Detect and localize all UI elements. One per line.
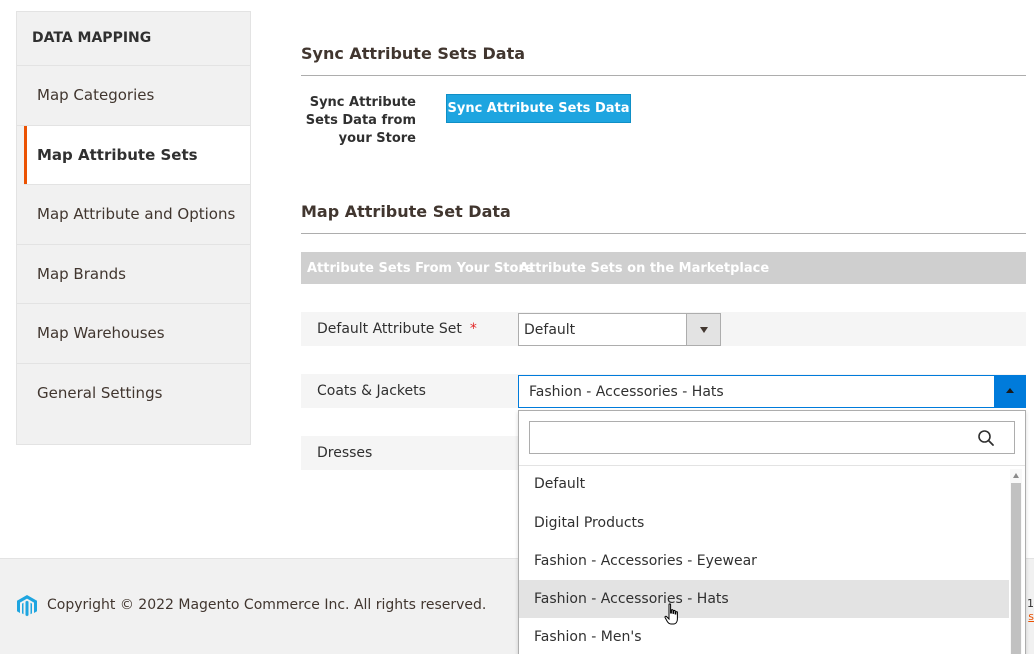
dropdown-scrollbar[interactable]	[1010, 469, 1022, 654]
sidebar-nav: DATA MAPPING Map Categories Map Attribut…	[16, 11, 251, 445]
chevron-down-icon[interactable]	[686, 314, 720, 345]
sync-section-title: Sync Attribute Sets Data	[301, 44, 526, 63]
sidebar-item-map-warehouses[interactable]: Map Warehouses	[17, 304, 250, 364]
dropdown-option-hovered[interactable]: Fashion - Accessories - Hats	[519, 580, 1009, 618]
sidebar-item-map-attribute-sets[interactable]: Map Attribute Sets	[24, 125, 250, 185]
dropdown-option[interactable]: Default	[519, 465, 1009, 503]
footer-copyright: Copyright © 2022 Magento Commerce Inc. A…	[47, 597, 487, 613]
column-header-store: Attribute Sets From Your Store	[307, 261, 534, 276]
select-value: Default	[524, 322, 576, 338]
sidebar-item-general-settings[interactable]: General Settings	[17, 364, 250, 424]
sync-attribute-sets-button[interactable]: Sync Attribute Sets Data	[446, 94, 631, 123]
attribute-set-select-open[interactable]: Fashion - Accessories - Hats	[518, 375, 1026, 408]
mapping-table-header: Attribute Sets From Your Store Attribute…	[301, 252, 1026, 284]
chevron-up-icon[interactable]	[994, 375, 1026, 408]
section-divider	[301, 75, 1026, 76]
scrollbar-thumb[interactable]	[1011, 483, 1021, 654]
dropdown-search-input[interactable]	[529, 421, 1015, 454]
sidebar-item-map-attribute-and-options[interactable]: Map Attribute and Options	[17, 185, 250, 245]
row-label-text: Default Attribute Set	[317, 321, 462, 337]
scroll-up-icon[interactable]	[1013, 473, 1019, 478]
column-header-marketplace: Attribute Sets on the Marketplace	[519, 261, 770, 276]
dropdown-option[interactable]: Fashion - Men's	[519, 618, 1009, 654]
select-dropdown-panel: Default Digital Products Fashion - Acces…	[518, 410, 1026, 654]
attribute-set-select[interactable]: Default	[518, 313, 721, 346]
search-icon	[978, 430, 994, 446]
dropdown-option[interactable]: Digital Products	[519, 504, 1009, 542]
row-label: Dresses	[317, 445, 373, 461]
sync-field-label: Sync Attribute Sets Data from your Store	[305, 95, 416, 146]
footer-link[interactable]: s	[1028, 610, 1034, 623]
select-value: Fashion - Accessories - Hats	[529, 384, 724, 400]
sidebar-item-map-categories[interactable]: Map Categories	[17, 66, 250, 126]
map-section-title: Map Attribute Set Data	[301, 202, 511, 221]
hand-pointer-icon	[664, 603, 678, 625]
dropdown-option[interactable]: Fashion - Accessories - Eyewear	[519, 542, 1009, 580]
section-divider	[301, 233, 1026, 234]
row-label: Coats & Jackets	[317, 383, 426, 399]
sidebar-item-map-brands[interactable]: Map Brands	[17, 245, 250, 304]
sidebar-title: DATA MAPPING	[17, 12, 250, 66]
magento-logo-icon	[17, 595, 37, 617]
row-label: Default Attribute Set *	[317, 321, 477, 337]
page: DATA MAPPING Map Categories Map Attribut…	[0, 0, 1034, 654]
required-asterisk: *	[469, 321, 477, 337]
